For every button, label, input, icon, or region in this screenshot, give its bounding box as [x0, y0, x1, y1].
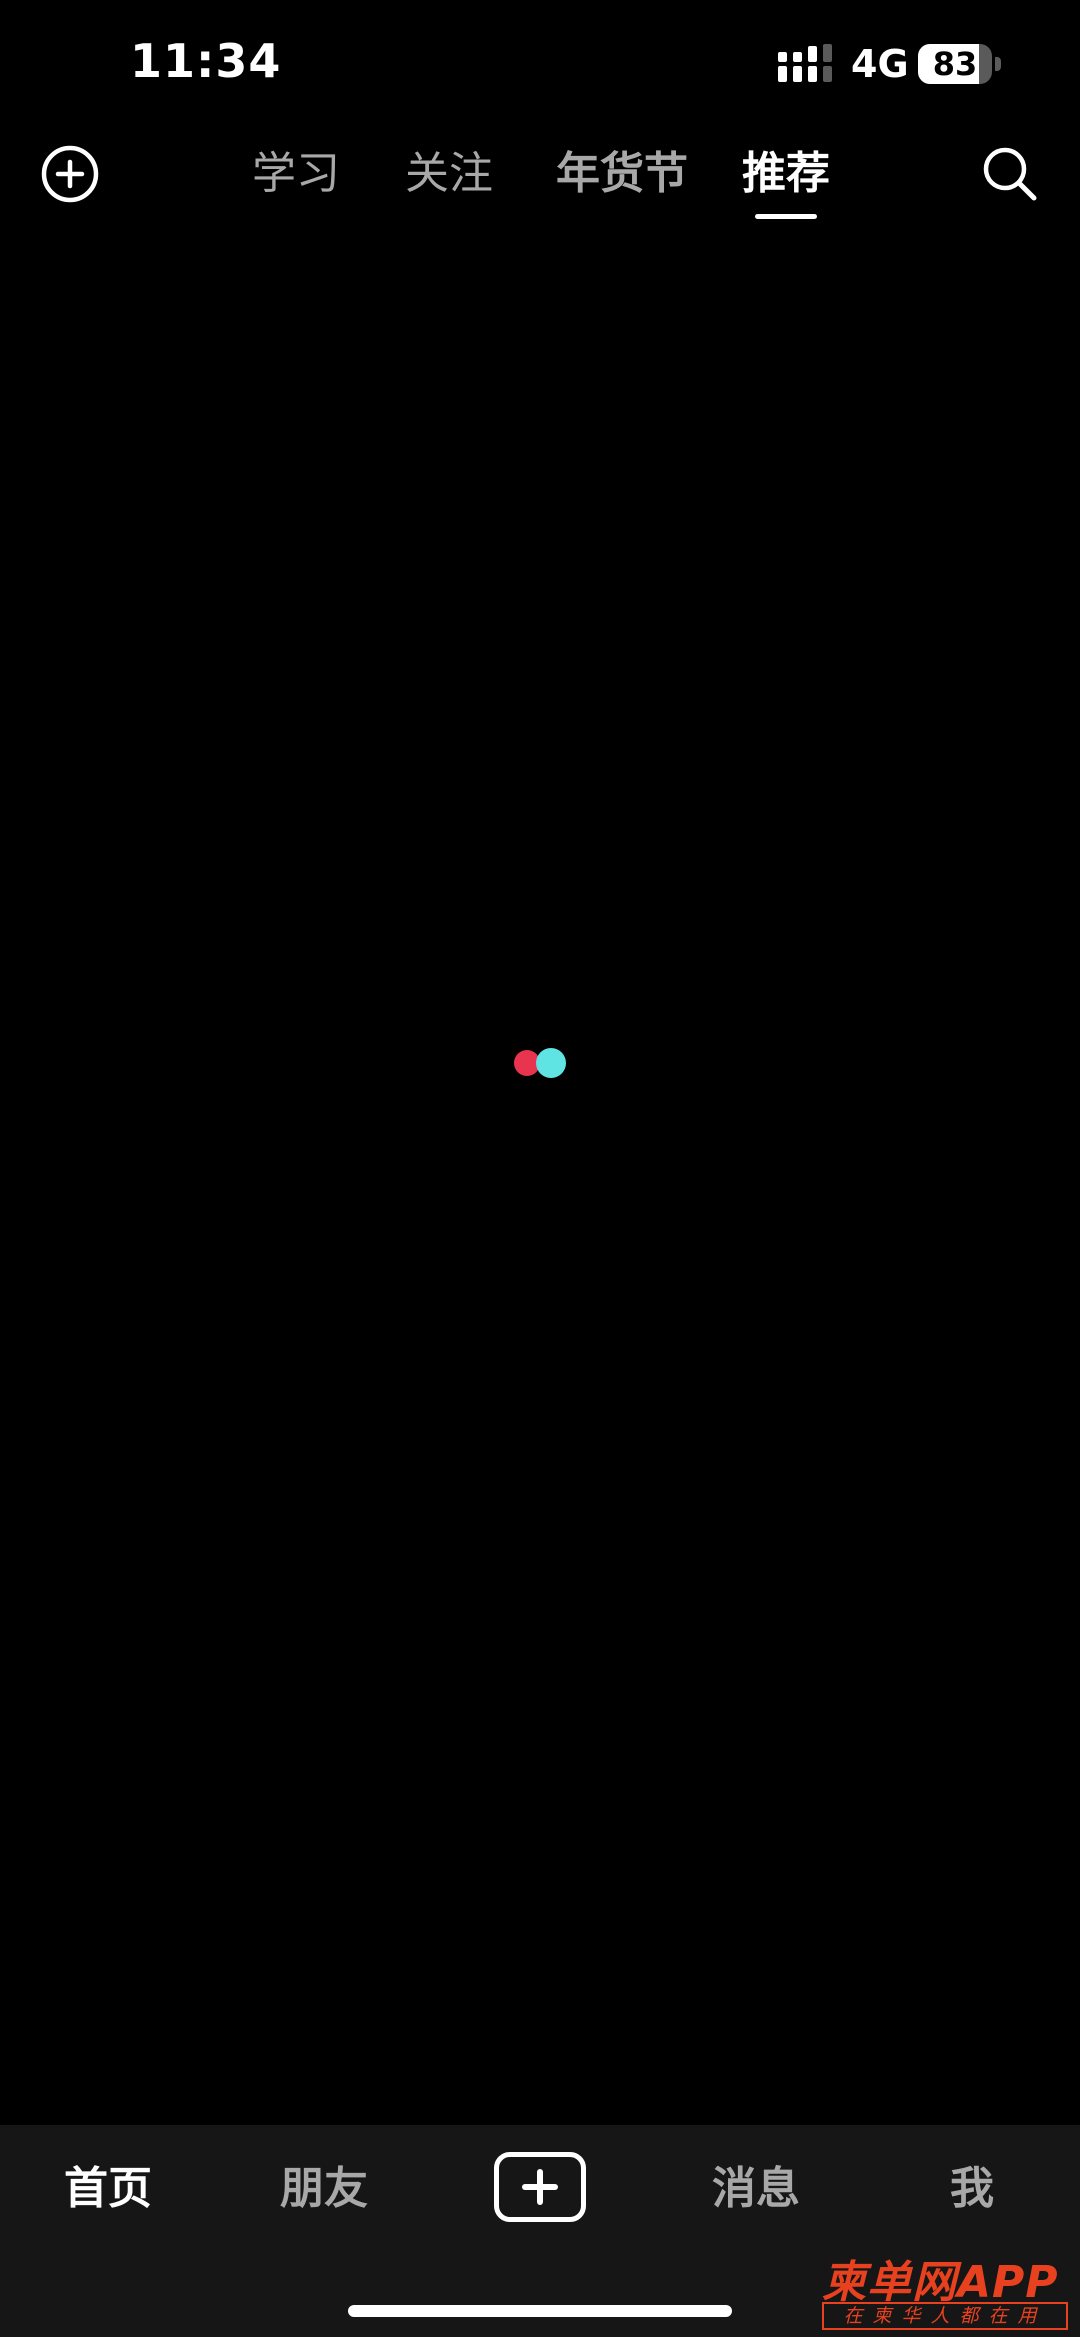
top-nav: 学习 关注 年货节 推荐	[0, 130, 1080, 230]
active-tab-indicator	[755, 214, 817, 219]
loading-dot-cyan	[536, 1048, 566, 1078]
plus-square-icon	[522, 2169, 558, 2205]
home-indicator[interactable]	[348, 2305, 732, 2317]
cellular-signal-icon	[778, 44, 832, 82]
search-icon[interactable]	[980, 144, 1040, 204]
tab-following[interactable]: 关注	[405, 144, 493, 204]
battery-percentage: 83	[932, 45, 978, 83]
top-tabs: 学习 关注 年货节 推荐	[0, 130, 1080, 230]
watermark-logo: 柬单网APP	[822, 2257, 1059, 2308]
status-bar: 11:34 4G 83	[0, 0, 1080, 130]
status-time: 11:34	[130, 34, 282, 88]
watermark: 柬单网APP 在柬华人都在用	[822, 2246, 1072, 2332]
tab-study[interactable]: 学习	[252, 144, 340, 204]
tab-new-year-festival[interactable]: 年货节	[556, 144, 688, 204]
nav-me[interactable]: 我	[950, 2159, 994, 2219]
battery-icon: 83	[918, 44, 1002, 84]
nav-home[interactable]: 首页	[64, 2159, 152, 2219]
tab-recommended[interactable]: 推荐	[742, 144, 830, 204]
network-type: 4G	[851, 42, 909, 86]
watermark-slogan: 在柬华人都在用	[822, 2302, 1068, 2330]
battery-body: 83	[918, 44, 992, 84]
create-button[interactable]	[494, 2152, 586, 2222]
nav-messages[interactable]: 消息	[712, 2159, 800, 2219]
nav-friends[interactable]: 朋友	[280, 2159, 368, 2219]
loading-indicator	[514, 1047, 568, 1079]
battery-tip	[995, 57, 1001, 71]
